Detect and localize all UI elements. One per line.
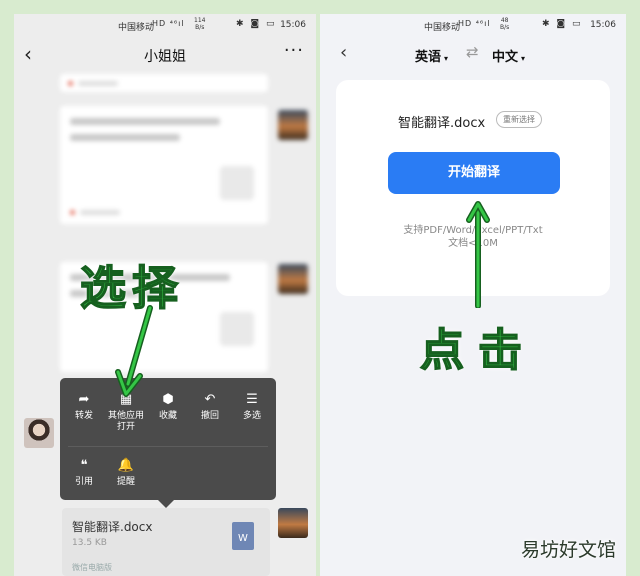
signal-icon: HD ⁴⁶ıl xyxy=(458,19,491,28)
arrow-annotation xyxy=(466,201,490,308)
share-icon: ➦ xyxy=(78,392,90,407)
carrier-label: 中国移动 xyxy=(118,23,155,33)
quote-icon: ❝ xyxy=(80,458,88,473)
status-bar: 中国移动 HD ⁴⁶ıl 48 B/s ✱ ◙ ▭ 15:06 xyxy=(320,14,626,38)
menu-item-label: 提醒 xyxy=(116,477,135,487)
avatar xyxy=(278,110,308,140)
translate-header: ‹ 英语 ▾ ⇄ 中文 ▾ xyxy=(320,40,626,70)
source-language-select[interactable]: 英语 ▾ xyxy=(415,46,448,65)
watermark: 易坊好文馆 xyxy=(520,539,616,561)
clock: 15:06 xyxy=(590,20,616,30)
caret-down-icon: ▾ xyxy=(444,54,449,63)
translate-screen: 中国移动 HD ⁴⁶ıl 48 B/s ✱ ◙ ▭ 15:06 ‹ 英语 ▾ ⇄ … xyxy=(320,14,626,576)
clock: 15:06 xyxy=(280,20,306,30)
chat-header: ‹ 小姐姐 ··· xyxy=(14,40,316,70)
selected-file-name: 智能翻译.docx xyxy=(398,116,486,131)
multiselect-icon: ☰ xyxy=(246,392,258,407)
menu-item-remind[interactable]: 🔔 提醒 xyxy=(104,458,148,488)
menu-item-forward[interactable]: ➦ 转发 xyxy=(62,392,106,422)
status-icons: ✱ ◙ ▭ xyxy=(236,19,277,29)
start-translate-button[interactable]: 开始翻译 xyxy=(388,152,560,194)
menu-item-label: 其他应用 打开 xyxy=(107,411,144,432)
menu-item-multiselect[interactable]: ☰ 多选 xyxy=(230,392,274,422)
menu-item-recall[interactable]: ↶ 撤回 xyxy=(188,392,232,422)
target-language-label: 中文 xyxy=(492,50,519,65)
more-icon[interactable]: ··· xyxy=(284,40,304,61)
message-bubble xyxy=(60,74,268,92)
status-icons: ✱ ◙ ▭ xyxy=(542,19,583,29)
menu-item-label: 引用 xyxy=(74,477,93,487)
caret-down-icon: ▾ xyxy=(521,54,526,63)
network-speed: 48 B/s xyxy=(500,17,509,31)
menu-item-quote[interactable]: ❝ 引用 xyxy=(62,458,106,488)
reselect-button[interactable]: 重新选择 xyxy=(496,111,542,128)
target-language-select[interactable]: 中文 ▾ xyxy=(492,46,525,65)
file-name: 智能翻译.docx xyxy=(72,520,153,534)
source-language-label: 英语 xyxy=(415,50,442,65)
file-message[interactable]: 智能翻译.docx 13.5 KB W 微信电脑版 xyxy=(62,508,270,576)
avatar xyxy=(278,508,308,538)
signal-icon: HD ⁴⁶ıl xyxy=(152,19,185,28)
speed-value: 114 xyxy=(194,17,206,24)
menu-divider xyxy=(68,446,268,447)
menu-item-label: 转发 xyxy=(74,411,93,421)
chat-title: 小姐姐 xyxy=(144,49,186,65)
bell-icon: 🔔 xyxy=(117,458,135,473)
file-source: 微信电脑版 xyxy=(72,563,112,572)
menu-item-label: 撤回 xyxy=(200,411,219,421)
status-bar: 中国移动 HD ⁴⁶ıl 114 B/s ✱ ◙ ▭ 15:06 xyxy=(14,14,316,38)
menu-item-label: 收藏 xyxy=(158,411,177,421)
undo-icon: ↶ xyxy=(204,392,216,407)
speed-value: 48 xyxy=(500,17,509,24)
avatar xyxy=(278,264,308,294)
network-speed: 114 B/s xyxy=(194,17,205,31)
speed-unit: B/s xyxy=(195,24,205,31)
chat-screen: 中国移动 HD ⁴⁶ıl 114 B/s ✱ ◙ ▭ 15:06 ‹ 小姐姐 ·… xyxy=(14,14,316,576)
arrow-annotation xyxy=(115,305,153,397)
speed-unit: B/s xyxy=(500,24,510,31)
menu-item-label: 多选 xyxy=(242,411,261,421)
message-bubble xyxy=(60,106,268,224)
file-size: 13.5 KB xyxy=(72,538,107,548)
carrier-label: 中国移动 xyxy=(424,23,461,33)
annotation-click: 点击 xyxy=(419,324,536,377)
context-menu: ➦ 转发 ▦ 其他应用 打开 ⬢ 收藏 ↶ 撤回 ☰ 多选 ❝ 引用 🔔 提醒 xyxy=(60,378,276,508)
swap-icon[interactable]: ⇄ xyxy=(466,43,479,61)
back-icon[interactable]: ‹ xyxy=(340,42,347,63)
word-file-icon: W xyxy=(232,522,254,550)
avatar xyxy=(24,418,54,448)
